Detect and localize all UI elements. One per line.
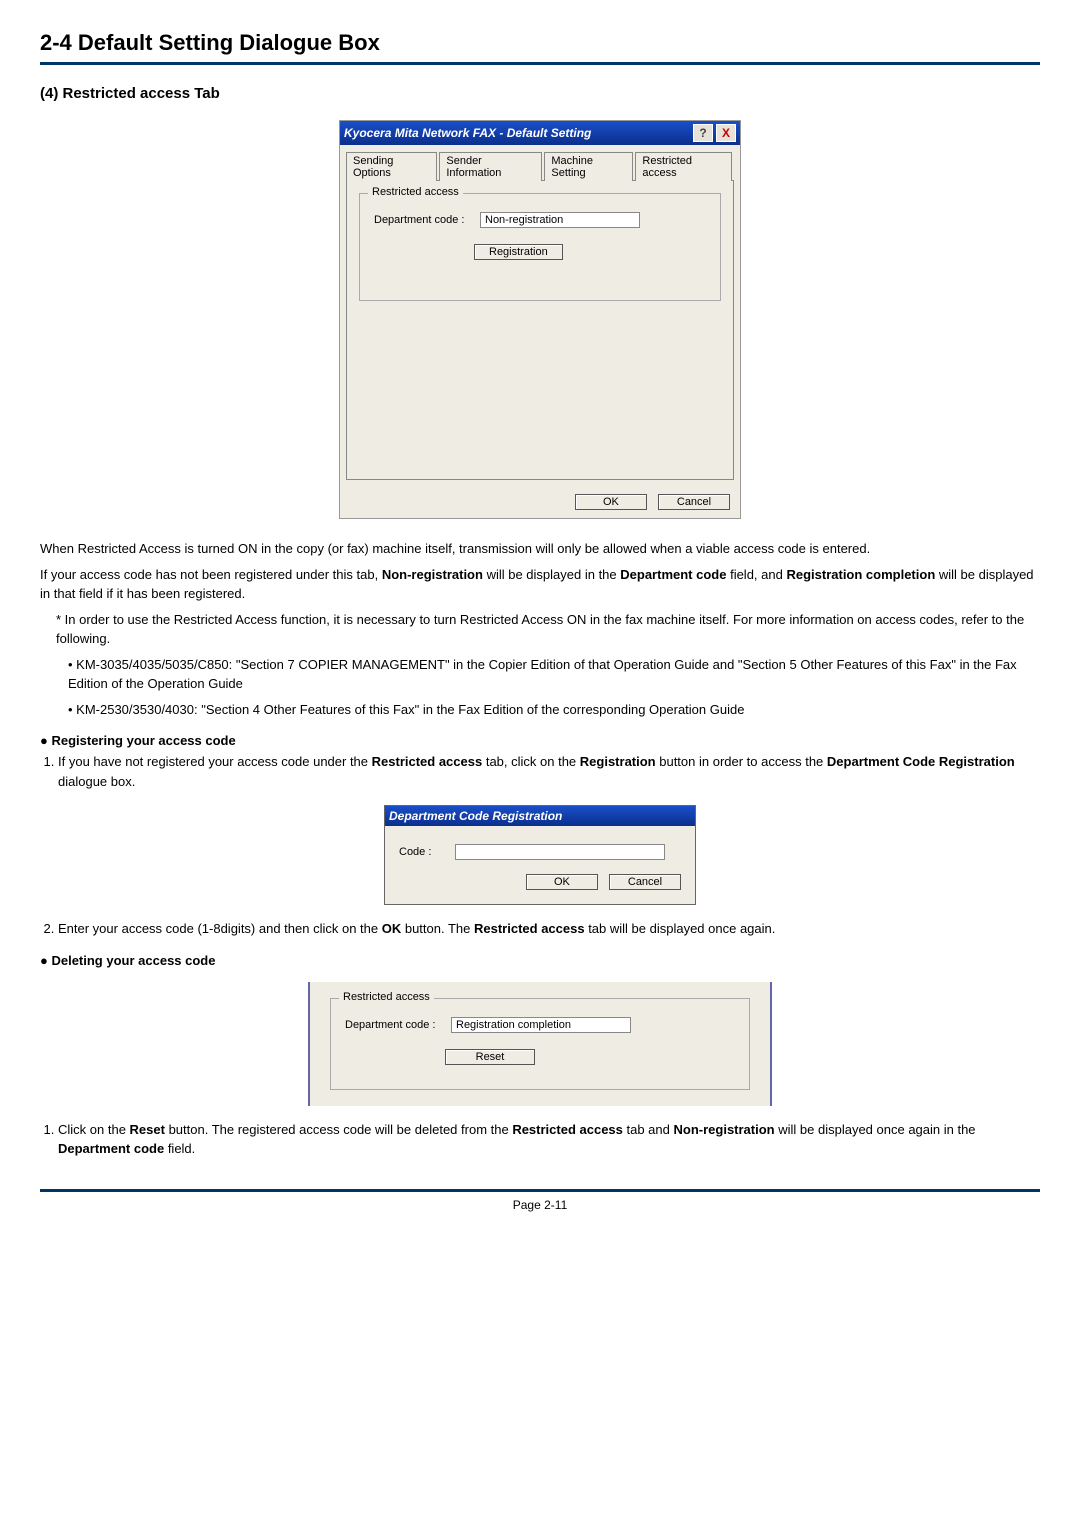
bold-text: Reset [130, 1122, 165, 1137]
code-label: Code : [399, 846, 455, 858]
department-code-label: Department code : [345, 1019, 451, 1031]
groupbox-title: Restricted access [339, 991, 434, 1003]
bold-text: Restricted access [512, 1122, 623, 1137]
tab-machine-setting[interactable]: Machine Setting [544, 152, 633, 181]
dialog-button-row: OK Cancel [399, 874, 681, 890]
text: tab and [623, 1122, 674, 1137]
department-code-input[interactable] [451, 1017, 631, 1033]
restricted-access-group: Restricted access Department code : Regi… [359, 193, 721, 301]
department-code-label: Department code : [374, 214, 480, 226]
steps-delete: Click on the Reset button. The registere… [40, 1120, 1040, 1159]
text: button. The registered access code will … [165, 1122, 512, 1137]
dialog-titlebar: Kyocera Mita Network FAX - Default Setti… [340, 121, 740, 145]
text: tab, click on the [482, 754, 580, 769]
bold-text: Registration completion [786, 567, 935, 582]
body-text: Click on the Reset button. The registere… [40, 1120, 1040, 1159]
delete-access-shot: Restricted access Department code : Rese… [308, 982, 772, 1106]
reset-button[interactable]: Reset [445, 1049, 535, 1065]
body-text: When Restricted Access is turned ON in t… [40, 539, 1040, 791]
ref-item: • KM-2530/3530/4030: "Section 4 Other Fe… [40, 700, 1040, 720]
paragraph: When Restricted Access is turned ON in t… [40, 539, 1040, 559]
bold-text: Non-registration [674, 1122, 775, 1137]
subsection-title: (4) Restricted access Tab [40, 85, 1040, 102]
dialog-titlebar: Department Code Registration [385, 806, 695, 826]
text: will be displayed in the [483, 567, 620, 582]
text: field, and [726, 567, 786, 582]
tab-sending-options[interactable]: Sending Options [346, 152, 437, 181]
department-code-row: Department code : [345, 1017, 735, 1033]
ok-button[interactable]: OK [526, 874, 598, 890]
code-row: Code : [399, 844, 681, 860]
bold-text: Restricted access [474, 921, 585, 936]
department-code-row: Department code : [374, 212, 706, 228]
steps-register: If you have not registered your access c… [40, 752, 1040, 791]
cancel-button[interactable]: Cancel [609, 874, 681, 890]
steps-register-cont: Enter your access code (1-8digits) and t… [40, 919, 1040, 939]
heading-deleting: Deleting your access code [40, 953, 1040, 968]
section-title: 2-4 Default Setting Dialogue Box [40, 30, 1040, 56]
tab-sender-information[interactable]: Sender Information [439, 152, 542, 181]
text: Enter your access code (1-8digits) and t… [58, 921, 382, 936]
dept-code-registration-dialog: Department Code Registration Code : OK C… [384, 805, 696, 905]
registration-button[interactable]: Registration [474, 244, 563, 260]
close-icon[interactable]: X [716, 124, 736, 142]
step: If you have not registered your access c… [58, 752, 1040, 791]
code-input[interactable] [455, 844, 665, 860]
bold-text: Department code [620, 567, 726, 582]
footer-rule: Page 2-11 [40, 1189, 1040, 1212]
note: * In order to use the Restricted Access … [40, 610, 1040, 649]
dialog-title: Department Code Registration [389, 809, 691, 823]
step: Click on the Reset button. The registere… [58, 1120, 1040, 1159]
bold-text: Department Code Registration [827, 754, 1015, 769]
body-text: Enter your access code (1-8digits) and t… [40, 919, 1040, 968]
page-number: Page 2-11 [513, 1198, 568, 1212]
dialog-title: Kyocera Mita Network FAX - Default Setti… [344, 126, 690, 140]
tab-restricted-access[interactable]: Restricted access [635, 152, 732, 181]
heading-registering: Registering your access code [40, 733, 1040, 748]
ok-button[interactable]: OK [575, 494, 647, 510]
tab-panel: Restricted access Department code : Regi… [346, 180, 734, 480]
text: tab will be displayed once again. [585, 921, 776, 936]
text: If your access code has not been registe… [40, 567, 382, 582]
step: Enter your access code (1-8digits) and t… [58, 919, 1040, 939]
bold-text: OK [382, 921, 402, 936]
department-code-input[interactable] [480, 212, 640, 228]
bold-text: Restricted access [372, 754, 483, 769]
help-icon[interactable]: ? [693, 124, 713, 142]
dialog-body: Code : OK Cancel [385, 826, 695, 904]
groupbox-title: Restricted access [368, 186, 463, 198]
cancel-button[interactable]: Cancel [658, 494, 730, 510]
text: will be displayed once again in the [775, 1122, 976, 1137]
reset-row: Reset [445, 1049, 735, 1065]
text: button. The [401, 921, 474, 936]
header-rule [40, 62, 1040, 65]
text: If you have not registered your access c… [58, 754, 372, 769]
text: field. [164, 1141, 195, 1156]
ref-item: • KM-3035/4035/5035/C850: "Section 7 COP… [40, 655, 1040, 694]
text: Click on the [58, 1122, 130, 1137]
bold-text: Non-registration [382, 567, 483, 582]
text: dialogue box. [58, 774, 135, 789]
default-setting-dialog: Kyocera Mita Network FAX - Default Setti… [339, 120, 741, 519]
dialog-button-row: OK Cancel [340, 486, 740, 518]
bold-text: Department code [58, 1141, 164, 1156]
restricted-access-group: Restricted access Department code : Rese… [330, 998, 750, 1090]
text: button in order to access the [656, 754, 827, 769]
tabstrip: Sending Options Sender Information Machi… [340, 145, 740, 180]
registration-row: Registration [474, 244, 706, 260]
paragraph: If your access code has not been registe… [40, 565, 1040, 604]
bold-text: Registration [580, 754, 656, 769]
